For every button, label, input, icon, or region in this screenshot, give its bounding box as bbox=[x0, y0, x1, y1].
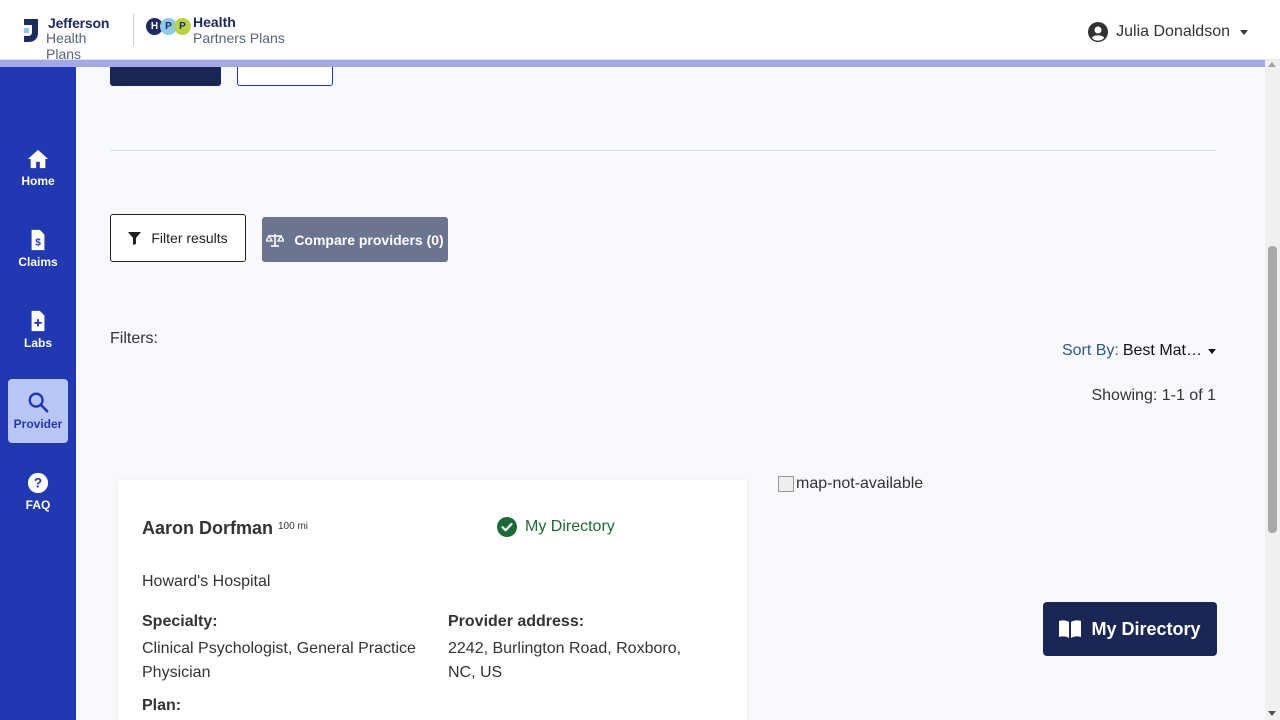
provider-hospital: Howard's Hospital bbox=[142, 573, 271, 590]
hpp-logo-dot-p2: P bbox=[174, 18, 191, 35]
jefferson-logo-line1: Jefferson bbox=[48, 15, 110, 31]
book-open-icon bbox=[1059, 620, 1082, 638]
user-menu[interactable]: Julia Donaldson bbox=[1088, 22, 1248, 42]
map-alt-text: map-not-available bbox=[796, 475, 924, 492]
specialty-value: Clinical Psychologist, General Practice … bbox=[142, 640, 416, 681]
compare-providers-button[interactable]: Compare providers (0) bbox=[262, 217, 448, 262]
sort-by-value: Best Mat… bbox=[1122, 342, 1202, 359]
hpp-logo[interactable]: H P P Health Partners Plans bbox=[146, 14, 286, 48]
directory-status: My Directory bbox=[497, 517, 615, 537]
broken-image-icon bbox=[778, 476, 794, 492]
jefferson-logo[interactable]: Jefferson Health Plans bbox=[22, 15, 122, 62]
scroll-down-arrow-icon[interactable] bbox=[1268, 711, 1276, 716]
jefferson-logo-line2: Health Plans bbox=[46, 30, 87, 62]
search-icon bbox=[28, 392, 49, 413]
sidebar-item-provider[interactable]: Provider bbox=[8, 379, 68, 443]
sidebar-item-label: Claims bbox=[18, 255, 58, 269]
provider-card: Aaron Dorfman 100 mi My Directory Howard… bbox=[118, 480, 747, 720]
directory-status-label: My Directory bbox=[525, 518, 615, 535]
address-label: Provider address: bbox=[448, 613, 585, 630]
main-content: Filter results Compare providers (0) Fil… bbox=[76, 60, 1265, 720]
sidebar-item-faq[interactable]: ? FAQ bbox=[8, 460, 68, 524]
sidebar-item-labs[interactable]: Labs bbox=[8, 298, 68, 362]
chevron-down-icon bbox=[1208, 348, 1216, 354]
hpp-logo-line1: Health bbox=[193, 14, 236, 30]
balance-scale-icon bbox=[266, 233, 285, 247]
top-header: Jefferson Health Plans H P P Health Part… bbox=[0, 0, 1280, 62]
user-avatar-icon bbox=[1088, 22, 1109, 42]
chevron-down-icon bbox=[1240, 29, 1248, 35]
my-directory-button[interactable]: My Directory bbox=[1043, 602, 1217, 656]
claims-icon: $ bbox=[31, 229, 45, 251]
page-scrollbar[interactable] bbox=[1265, 60, 1280, 720]
my-directory-label: My Directory bbox=[1091, 618, 1201, 639]
results-count: Showing: 1-1 of 1 bbox=[1091, 387, 1216, 404]
hpp-logo-line2: Partners Plans bbox=[193, 30, 285, 46]
filter-results-label: Filter results bbox=[151, 230, 228, 246]
scrollbar-thumb[interactable] bbox=[1268, 246, 1277, 533]
logo-divider bbox=[133, 14, 134, 46]
filter-results-button[interactable]: Filter results bbox=[110, 214, 246, 262]
filter-icon bbox=[128, 231, 142, 245]
jefferson-logo-mark-icon bbox=[24, 19, 38, 42]
sidebar-item-label: Home bbox=[21, 174, 55, 188]
header-accent-bar bbox=[0, 60, 1265, 67]
compare-providers-label: Compare providers (0) bbox=[294, 231, 444, 248]
provider-name[interactable]: Aaron Dorfman bbox=[142, 518, 273, 539]
sidebar-item-claims[interactable]: $ Claims bbox=[8, 217, 68, 281]
svg-text:?: ? bbox=[34, 476, 42, 491]
filters-label: Filters: bbox=[110, 330, 158, 347]
plan-label: Plan: bbox=[142, 697, 182, 714]
map-placeholder: map-not-available bbox=[778, 475, 923, 493]
section-divider bbox=[110, 150, 1216, 151]
sort-by-label: Sort By: bbox=[1061, 342, 1119, 359]
labs-icon bbox=[31, 310, 45, 332]
home-icon bbox=[27, 149, 49, 169]
sidebar-item-home[interactable]: Home bbox=[8, 136, 68, 200]
help-icon: ? bbox=[27, 472, 49, 494]
sort-by-dropdown[interactable]: Sort By: Best Mat… bbox=[1062, 342, 1216, 360]
scroll-up-arrow-icon[interactable] bbox=[1268, 62, 1276, 67]
address-value: 2242, Burlington Road, Roxboro, NC, US bbox=[448, 640, 682, 681]
sidebar: Home $ Claims Labs Provider ? FAQ bbox=[0, 60, 76, 720]
check-circle-icon bbox=[497, 517, 517, 537]
sidebar-item-label: Provider bbox=[13, 417, 63, 431]
specialty-label: Specialty: bbox=[142, 613, 218, 630]
user-name: Julia Donaldson bbox=[1116, 23, 1230, 40]
sidebar-item-label: FAQ bbox=[25, 498, 51, 512]
provider-distance: 100 mi bbox=[278, 521, 309, 532]
svg-text:$: $ bbox=[35, 238, 41, 249]
sidebar-item-label: Labs bbox=[23, 336, 52, 350]
